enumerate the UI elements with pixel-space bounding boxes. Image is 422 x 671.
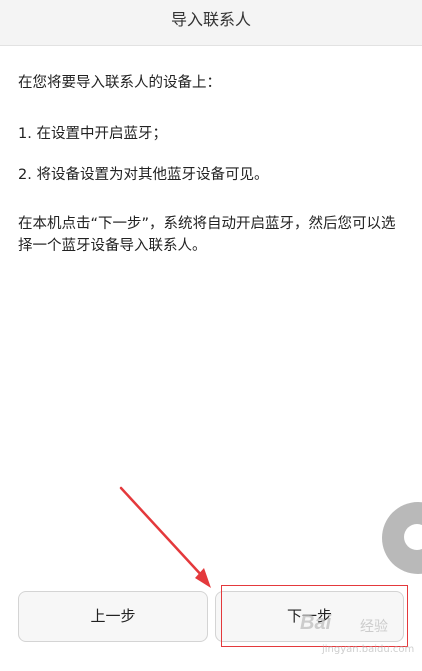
watermark-url: jingyan.baidu.com: [322, 644, 415, 655]
previous-step-button[interactable]: 上一步: [18, 591, 208, 642]
import-contacts-screen: 导入联系人 在您将要导入联系人的设备上： 1. 在设置中开启蓝牙； 2. 将设备…: [0, 0, 422, 671]
arrow-shaft: [119, 486, 206, 580]
floating-button-center-icon: [404, 524, 422, 550]
step-1-text: 1. 在设置中开启蓝牙；: [18, 126, 167, 142]
note-text: 在本机点击“下一步”，系统将自动开启蓝牙，然后您可以选择一个蓝牙设备导入联系人。: [18, 216, 396, 254]
page-title: 导入联系人: [170, 10, 251, 29]
intro-text: 在您将要导入联系人的设备上：: [18, 75, 221, 91]
instructions: 在您将要导入联系人的设备上： 1. 在设置中开启蓝牙； 2. 将设备设置为对其他…: [18, 72, 408, 257]
title-bar: 导入联系人: [0, 0, 422, 46]
step-2-text: 2. 将设备设置为对其他蓝牙设备可见。: [18, 167, 269, 183]
next-step-button[interactable]: 下一步: [215, 591, 404, 642]
arrow-head: [195, 568, 211, 588]
floating-assistive-button[interactable]: [382, 502, 422, 574]
